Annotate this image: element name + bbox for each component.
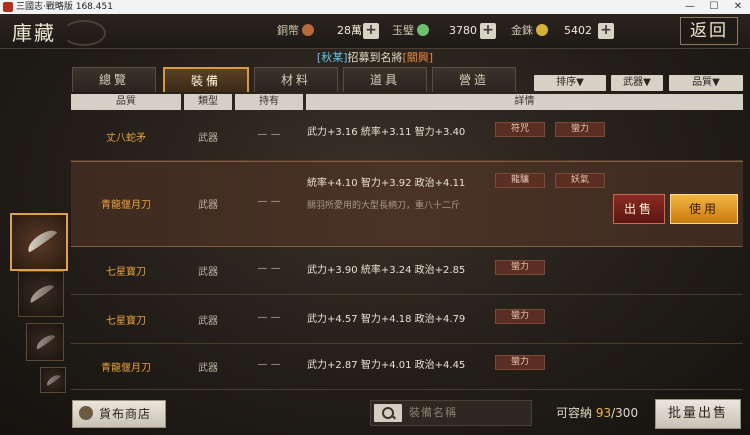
item-name: 青龍偃月刀: [101, 363, 151, 374]
recruit-text: 招募到名將: [347, 51, 403, 64]
currency-label: 銅幣: [277, 24, 299, 37]
back-button[interactable]: 返回: [680, 17, 738, 45]
item-stats: 武力+3.90 統率+3.24 政治+2.85: [307, 265, 466, 276]
item-stats: 武力+3.16 統率+3.11 智力+3.40: [307, 127, 466, 138]
page-title: 庫藏: [12, 21, 56, 45]
recruit-announcement: [秋某]招募到名將[關興]: [0, 49, 750, 65]
blade-icon: [24, 226, 58, 253]
window-titlebar: 三國志·戰略版 168.451 — ☐ ✕: [0, 0, 750, 14]
sell-button[interactable]: 出售: [613, 194, 665, 224]
item-stats: 武力+2.87 智力+4.01 政治+4.45: [307, 360, 466, 371]
cloud-ornament-icon: [62, 20, 106, 46]
shop-icon: [79, 406, 93, 420]
item-type: 武器: [198, 363, 218, 374]
item-stats: 武力+4.57 智力+4.18 政治+4.79: [307, 314, 466, 325]
use-button[interactable]: 使用: [670, 194, 738, 224]
add-jade-button[interactable]: +: [480, 23, 496, 39]
tab-overview[interactable]: 總覽: [72, 67, 156, 92]
currency-jade: 玉璧 3780 +: [392, 22, 497, 40]
shop-label: 貨布商店: [99, 407, 152, 421]
currency-value: 28萬: [337, 24, 362, 37]
currency-gold: 金銖 5402 +: [511, 22, 616, 40]
weapon-thumbnail[interactable]: [40, 367, 66, 393]
item-owned: — —: [257, 312, 281, 323]
item-name: 丈八蛇矛: [106, 133, 146, 144]
quality-dropdown[interactable]: 品質▼: [669, 75, 743, 91]
bulk-sell-button[interactable]: 批量出售: [655, 399, 741, 429]
currency-copper: 銅幣 28萬 +: [277, 22, 380, 40]
recruit-general: [關興]: [402, 51, 434, 64]
sort-dropdown[interactable]: 排序▼: [534, 75, 606, 91]
item-type: 武器: [198, 133, 218, 144]
item-owned: — —: [257, 129, 281, 140]
currency-value: 3780: [449, 24, 477, 37]
item-tag: 蠻力: [495, 355, 545, 370]
item-tag: 符咒: [495, 122, 545, 137]
item-owned: — —: [257, 263, 281, 274]
column-header-quality[interactable]: 品質: [71, 94, 181, 110]
item-type: 武器: [198, 316, 218, 327]
top-bar: 庫藏 銅幣 28萬 + 玉璧 3780 + 金銖 5402 + 返回: [0, 14, 750, 49]
close-button[interactable]: ✕: [726, 0, 750, 14]
column-header-details: 詳情: [306, 94, 743, 110]
add-copper-button[interactable]: +: [363, 23, 379, 39]
item-name: 七星寶刀: [106, 316, 146, 327]
search-input[interactable]: 裝備名稱: [370, 400, 532, 426]
copper-coin-icon: [302, 24, 314, 36]
weapon-thumbnail[interactable]: [26, 323, 64, 361]
gold-coin-icon: [536, 24, 548, 36]
item-description: 關羽所愛用的大型長柄刀，重八十二斤: [307, 201, 461, 211]
item-name: 七星寶刀: [106, 267, 146, 278]
game-screen: 庫藏 銅幣 28萬 + 玉璧 3780 + 金銖 5402 + 返回 [秋某]招募到名…: [0, 14, 750, 435]
capacity-label: 可容納: [556, 406, 593, 420]
add-gold-button[interactable]: +: [598, 23, 614, 39]
tab-construction[interactable]: 營造: [432, 67, 516, 92]
capacity-total: /300: [611, 406, 639, 420]
jade-coin-icon: [417, 24, 429, 36]
blade-icon: [34, 332, 56, 350]
weapon-thumbnail-selected[interactable]: [10, 213, 68, 271]
table-row[interactable]: 七星寶刀 武器 — — 武力+4.57 智力+4.18 政治+4.79 蠻力: [71, 295, 743, 344]
weapon-thumbnail[interactable]: [18, 271, 64, 317]
item-type: 武器: [198, 267, 218, 278]
tab-materials[interactable]: 材料: [254, 67, 338, 92]
tab-items[interactable]: 道具: [343, 67, 427, 92]
item-tag: 蠻力: [495, 260, 545, 275]
column-header-type[interactable]: 類型: [184, 94, 232, 110]
item-name: 青龍偃月刀: [101, 200, 151, 211]
window-title: 三國志·戰略版 168.451: [16, 2, 113, 12]
item-tag: 妖氣: [555, 173, 605, 188]
search-placeholder: 裝備名稱: [409, 406, 457, 419]
item-owned: — —: [257, 359, 281, 370]
table-row[interactable]: 丈八蛇矛 武器 — — 武力+3.16 統率+3.11 智力+3.40 符咒 蠻…: [71, 112, 743, 161]
blade-icon: [27, 281, 55, 304]
app-icon: [3, 2, 13, 12]
capacity-used: 93: [595, 406, 612, 420]
table-row[interactable]: 青龍偃月刀 武器 — — 武力+2.87 智力+4.01 政治+4.45 蠻力: [71, 344, 743, 390]
capacity-indicator: 可容納 93/300: [556, 404, 638, 421]
table-row[interactable]: 七星寶刀 武器 — — 武力+3.90 統率+3.24 政治+2.85 蠻力: [71, 246, 743, 295]
item-owned: — —: [257, 196, 281, 207]
category-dropdown[interactable]: 武器▼: [611, 75, 663, 91]
column-header-owned[interactable]: 持有: [235, 94, 303, 110]
item-type: 武器: [198, 200, 218, 211]
item-tag: 蠻力: [555, 122, 605, 137]
currency-label: 金銖: [511, 24, 533, 37]
search-icon-handle: [391, 414, 396, 420]
currency-value: 5402: [564, 24, 592, 37]
currency-shop-button[interactable]: 貨布商店: [72, 400, 166, 428]
minimize-button[interactable]: —: [678, 0, 702, 14]
blade-icon: [45, 372, 61, 387]
item-tag: 龍驤: [495, 173, 545, 188]
tab-equipment[interactable]: 裝備: [163, 67, 249, 92]
search-button[interactable]: [374, 404, 402, 422]
maximize-button[interactable]: ☐: [702, 0, 726, 14]
item-stats: 統率+4.10 智力+3.92 政治+4.11: [307, 178, 466, 189]
currency-label: 玉璧: [392, 24, 414, 37]
item-tag: 蠻力: [495, 309, 545, 324]
recruit-player: [秋某]: [316, 51, 348, 64]
